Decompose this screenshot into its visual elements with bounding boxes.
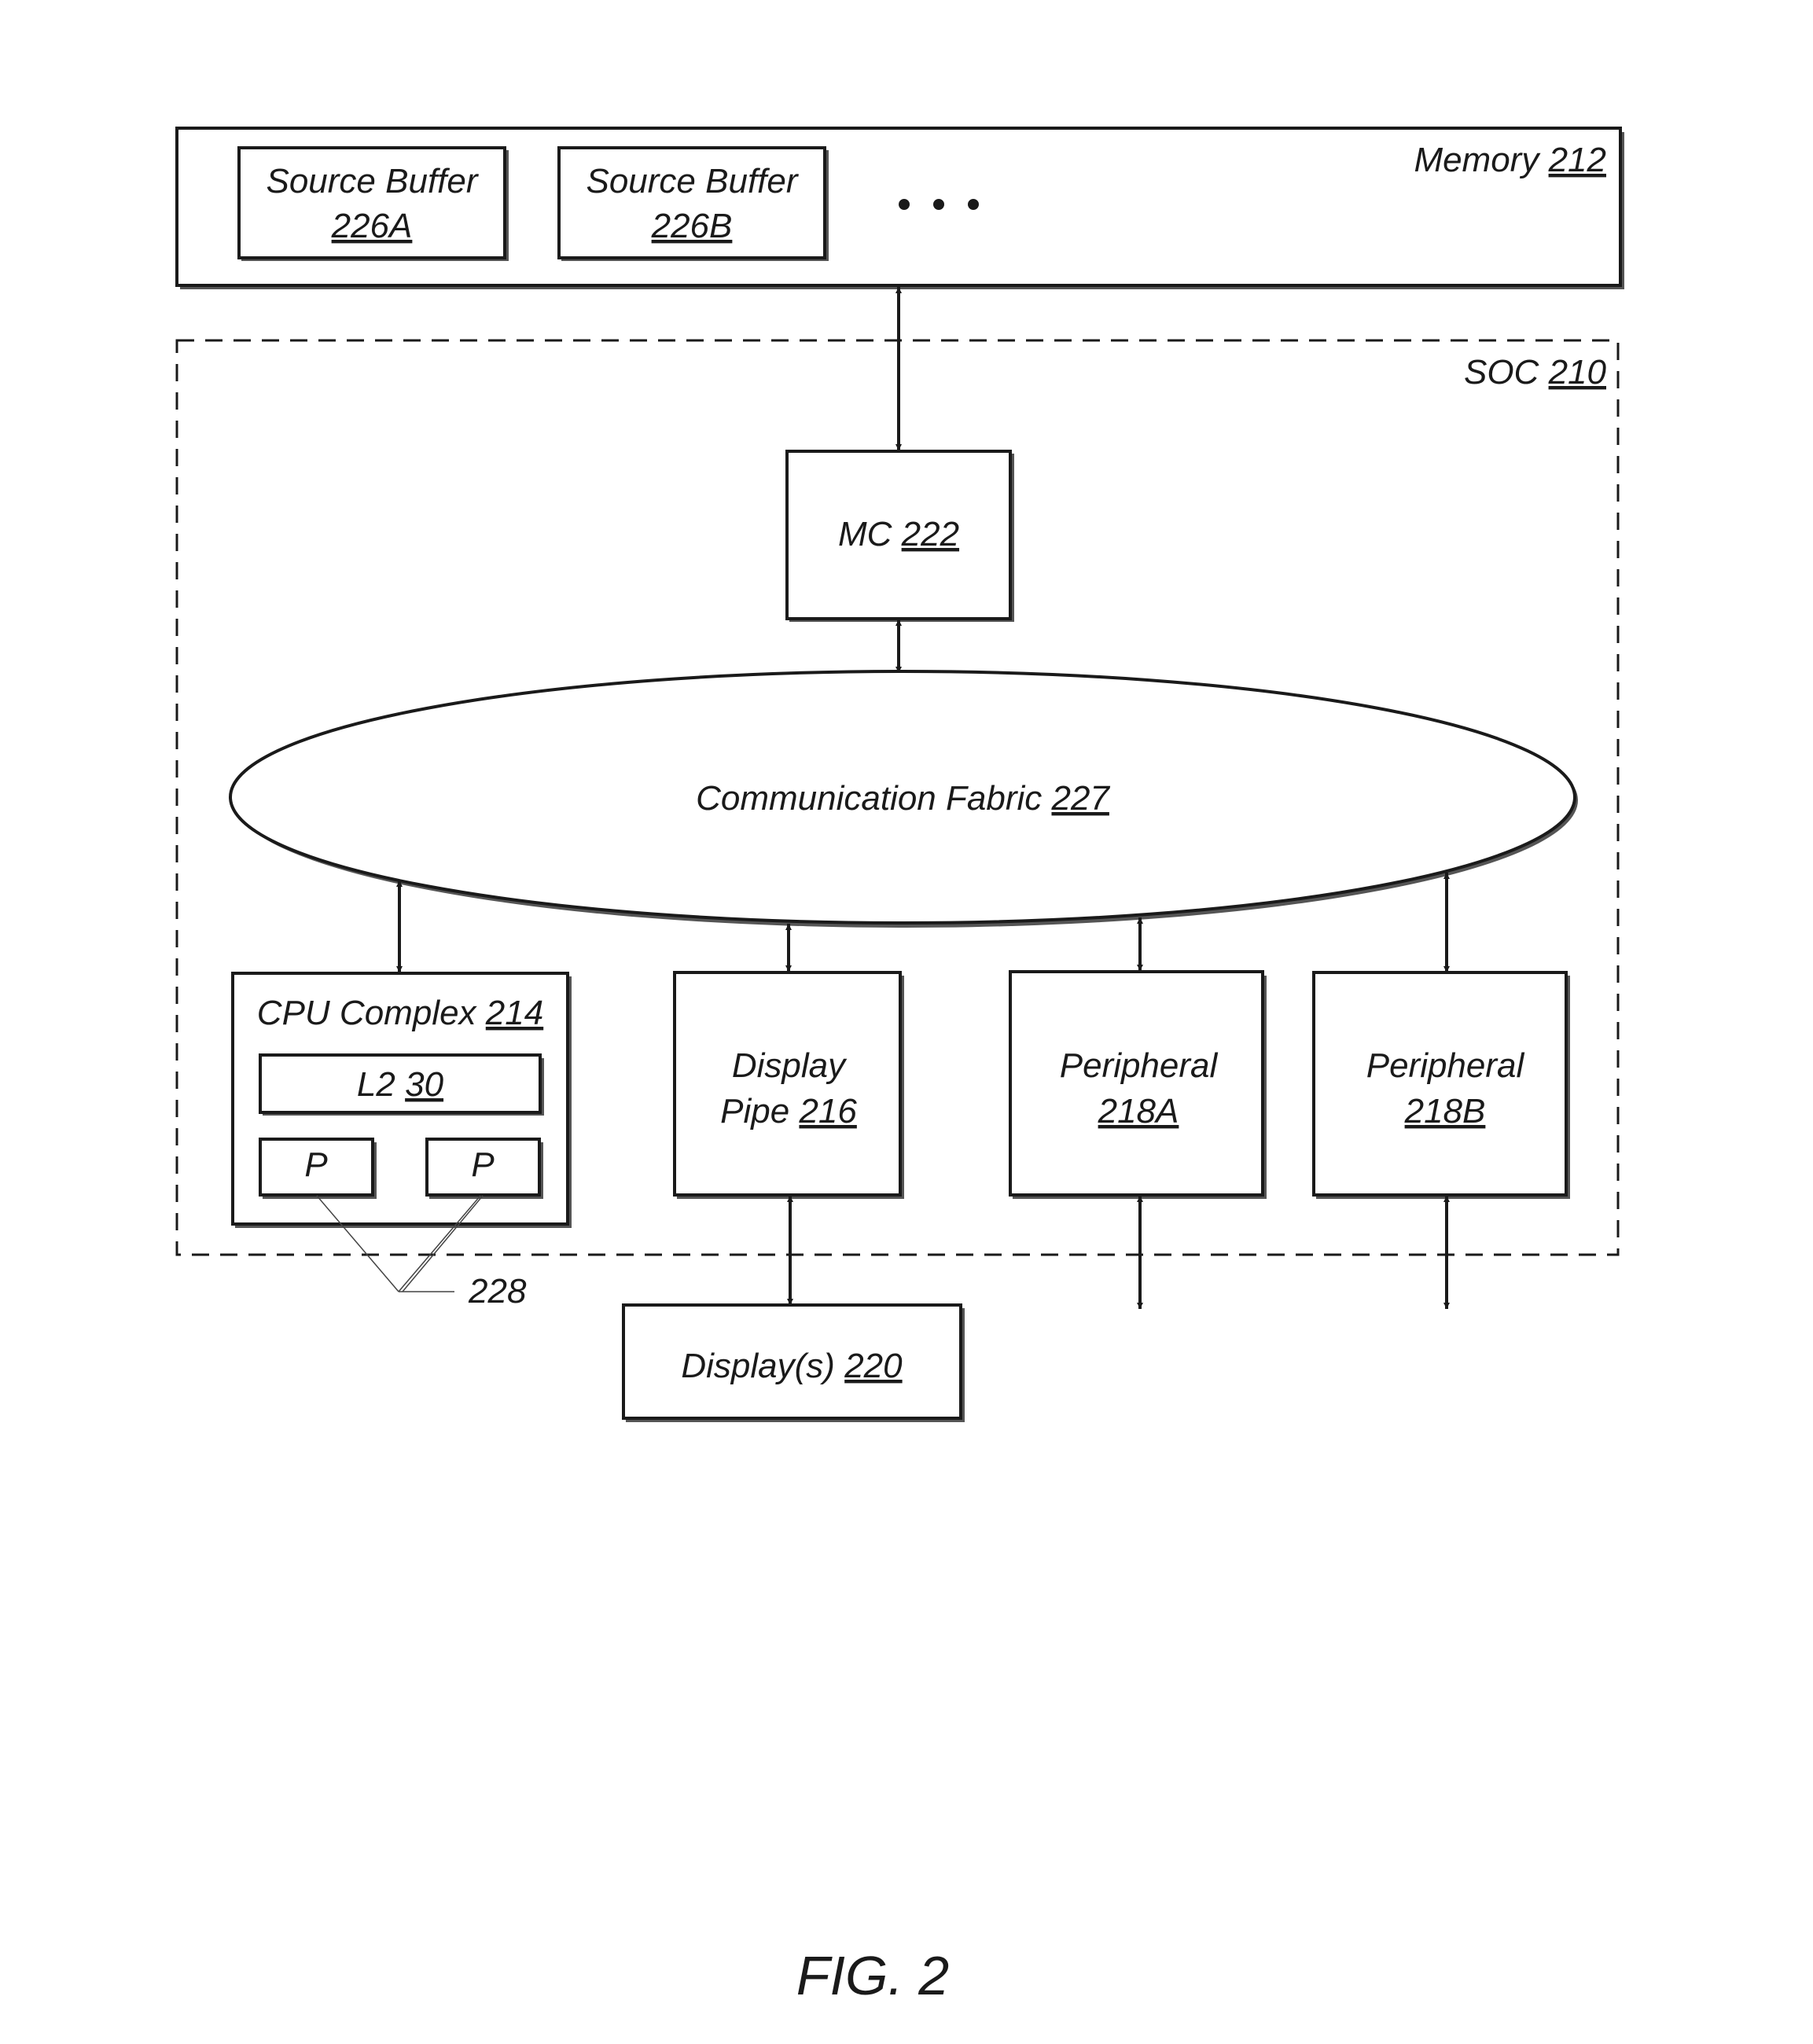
soc-block-diagram: Memory 212 Source Buffer 226A Source Buf… (175, 127, 1624, 2006)
peripheral-ref: 218B (1404, 1092, 1486, 1130)
cpu-complex: CPU Complex 214 L2 30 P P (231, 972, 572, 1228)
processor-label: P (304, 1145, 328, 1184)
source-buffer-226b: Source Buffer 226B (557, 146, 829, 261)
peripheral-label: Peripheral (1060, 1046, 1219, 1085)
communication-fabric: Communication Fabric 227 (229, 670, 1578, 928)
processor-ref-label: 228 (468, 1272, 527, 1311)
l2-label: L2 30 (357, 1065, 444, 1104)
l2-cache: L2 30 (259, 1053, 544, 1116)
source-buffer-226a: Source Buffer 226A (237, 146, 509, 261)
mc-label: MC 222 (838, 515, 959, 553)
peripheral-218b: Peripheral 218B (1312, 971, 1570, 1199)
source-buffer-label: Source Buffer (266, 162, 479, 200)
fabric-label: Communication Fabric 227 (696, 779, 1110, 818)
source-buffer-ref: 226B (651, 207, 733, 245)
peripheral-218a: Peripheral 218A (1009, 970, 1267, 1199)
cpu-complex-label: CPU Complex 214 (257, 994, 543, 1032)
mc-block: MC 222 (785, 450, 1014, 622)
processor-label: P (471, 1145, 495, 1184)
display-pipe-label-line2: Pipe 216 (720, 1092, 857, 1130)
figure-caption: FIG. 2 (796, 1945, 949, 2006)
peripheral-ref: 218A (1098, 1092, 1179, 1130)
displays-block: Display(s) 220 (622, 1303, 965, 1422)
source-buffer-ref: 226A (331, 207, 413, 245)
processor-1: P (259, 1138, 377, 1199)
source-buffer-label: Source Buffer (586, 162, 799, 200)
processor-2: P (425, 1138, 543, 1199)
displays-label: Display(s) 220 (681, 1347, 903, 1385)
display-pipe-label-line1: Display (732, 1046, 848, 1085)
memory-label: Memory 212 (1414, 141, 1606, 179)
soc-label: SOC 210 (1464, 353, 1607, 392)
display-pipe: Display Pipe 216 (673, 971, 904, 1199)
peripheral-label: Peripheral (1366, 1046, 1525, 1085)
